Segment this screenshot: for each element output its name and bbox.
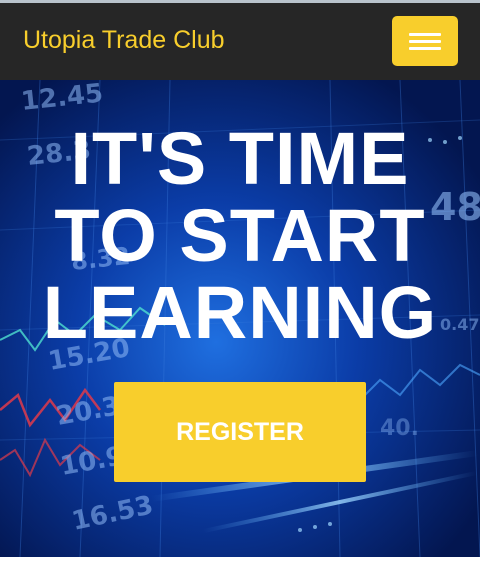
bottom-edge-strip bbox=[0, 557, 480, 563]
hamburger-menu-icon bbox=[409, 33, 441, 36]
navbar: Utopia Trade Club bbox=[0, 3, 480, 80]
headline-line: LEARNING bbox=[42, 271, 438, 354]
headline-line: TO START bbox=[54, 194, 426, 277]
hamburger-menu-icon-bar bbox=[409, 47, 441, 50]
brand-title[interactable]: Utopia Trade Club bbox=[23, 25, 225, 55]
hero-headline: IT'S TIME TO START LEARNING bbox=[0, 120, 480, 351]
bg-number: 40. bbox=[380, 416, 419, 441]
menu-toggle-button[interactable] bbox=[392, 16, 458, 66]
hamburger-menu-icon-bar bbox=[409, 40, 441, 43]
page: Utopia Trade Club 12.45 28.3 8.32 15.20 … bbox=[0, 0, 480, 563]
hero-banner: 12.45 28.3 8.32 15.20 20.3 10.9 16.53 48… bbox=[0, 80, 480, 557]
register-button[interactable]: REGISTER bbox=[114, 382, 366, 482]
headline-line: IT'S TIME bbox=[70, 117, 410, 200]
